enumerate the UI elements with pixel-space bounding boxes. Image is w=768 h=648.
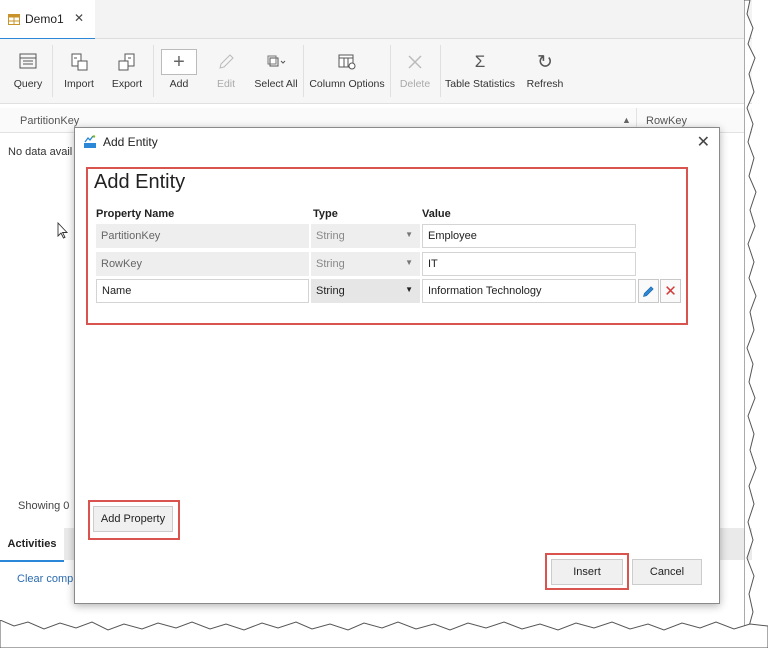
add-icon: + — [161, 49, 197, 75]
type-select-value: String — [316, 258, 345, 270]
storage-explorer-window: Demo1 ✕ Query Import Export + Add Edit S… — [0, 0, 752, 628]
edit-button[interactable]: Edit — [206, 39, 246, 103]
export-button[interactable]: Export — [106, 39, 148, 103]
export-icon — [116, 51, 138, 73]
select-all-icon — [265, 51, 287, 73]
tab-activities[interactable]: Activities — [0, 528, 64, 562]
toolbar-divider — [303, 45, 304, 97]
query-button[interactable]: Query — [8, 39, 48, 103]
add-button[interactable]: + Add — [158, 39, 200, 103]
refresh-icon: ↻ — [537, 51, 553, 73]
toolbar-divider — [52, 45, 53, 97]
column-options-icon — [336, 51, 358, 73]
pencil-icon — [643, 285, 654, 297]
toolbar-divider — [440, 45, 441, 97]
toolbar-divider — [153, 45, 154, 97]
type-select-value: String — [316, 285, 345, 297]
clear-completed-link[interactable]: Clear comp — [17, 573, 73, 585]
value-field[interactable]: Information Technology — [422, 279, 636, 303]
add-entity-dialog: Add Entity ✕ Add Entity Property Name Ty… — [74, 127, 720, 604]
delete-icon: ✕ — [664, 283, 677, 300]
dialog-title: Add Entity — [103, 135, 158, 149]
cancel-button[interactable]: Cancel — [632, 559, 702, 585]
close-icon[interactable]: ✕ — [697, 132, 710, 152]
header-value: Value — [422, 208, 451, 220]
chevron-down-icon: ▼ — [405, 230, 413, 239]
add-label: Add — [169, 78, 189, 90]
value-field[interactable]: IT — [422, 252, 636, 276]
property-name-field: RowKey — [96, 252, 309, 276]
tab-demo1[interactable]: Demo1 ✕ — [0, 0, 95, 40]
edit-property-button[interactable] — [638, 279, 659, 303]
delete-property-button[interactable]: ✕ — [660, 279, 681, 303]
select-all-label: Select All — [254, 78, 298, 90]
select-all-button[interactable]: Select All — [252, 39, 300, 103]
chevron-down-icon: ▼ — [405, 285, 413, 294]
dialog-heading: Add Entity — [94, 171, 186, 193]
add-property-button[interactable]: Add Property — [93, 506, 173, 532]
column-header-rowkey[interactable]: RowKey — [646, 115, 687, 127]
mouse-cursor-icon — [57, 222, 69, 239]
toolbar-divider — [390, 45, 391, 97]
header-type: Type — [313, 208, 338, 220]
query-icon — [17, 51, 39, 73]
edit-icon — [215, 51, 237, 73]
property-name-field[interactable]: Name — [96, 279, 309, 303]
type-select: String ▼ — [311, 252, 420, 276]
column-header-partitionkey[interactable]: PartitionKey — [20, 115, 79, 127]
edit-label: Edit — [216, 78, 236, 90]
close-icon[interactable]: ✕ — [74, 11, 84, 25]
property-name-field: PartitionKey — [96, 224, 309, 248]
sigma-icon: Σ — [474, 52, 486, 71]
empty-grid-text: No data avail — [8, 146, 73, 158]
type-select-value: String — [316, 230, 345, 242]
table-statistics-label: Table Statistics — [444, 78, 516, 90]
column-options-button[interactable]: Column Options — [308, 39, 386, 103]
query-label: Query — [13, 78, 43, 90]
tab-title: Demo1 — [25, 12, 64, 26]
import-label: Import — [64, 78, 94, 90]
import-icon — [68, 51, 90, 73]
showing-count: Showing 0 — [18, 500, 70, 512]
header-property-name: Property Name — [96, 208, 175, 220]
torn-edge-bottom — [0, 620, 768, 648]
delete-icon — [404, 51, 426, 73]
table-statistics-button[interactable]: Σ Table Statistics — [444, 39, 516, 103]
delete-label: Delete — [399, 78, 431, 90]
import-button[interactable]: Import — [58, 39, 100, 103]
refresh-label: Refresh — [526, 78, 564, 90]
dialog-titlebar: Add Entity ✕ — [75, 128, 719, 156]
value-field[interactable]: Employee — [422, 224, 636, 248]
type-select: String ▼ — [311, 224, 420, 248]
refresh-button[interactable]: ↻ Refresh — [524, 39, 566, 103]
torn-edge-right — [744, 0, 757, 648]
entity-icon — [84, 135, 96, 148]
sort-caret-icon[interactable]: ▲ — [622, 115, 631, 125]
chevron-down-icon: ▼ — [405, 258, 413, 267]
table-icon — [8, 13, 20, 25]
delete-button[interactable]: Delete — [396, 39, 434, 103]
toolbar: Query Import Export + Add Edit Select Al… — [0, 39, 752, 104]
column-options-label: Column Options — [309, 78, 385, 90]
insert-button[interactable]: Insert — [551, 559, 623, 585]
type-select[interactable]: String ▼ — [311, 279, 420, 303]
export-label: Export — [111, 78, 143, 90]
tab-bar: Demo1 ✕ — [0, 0, 752, 40]
